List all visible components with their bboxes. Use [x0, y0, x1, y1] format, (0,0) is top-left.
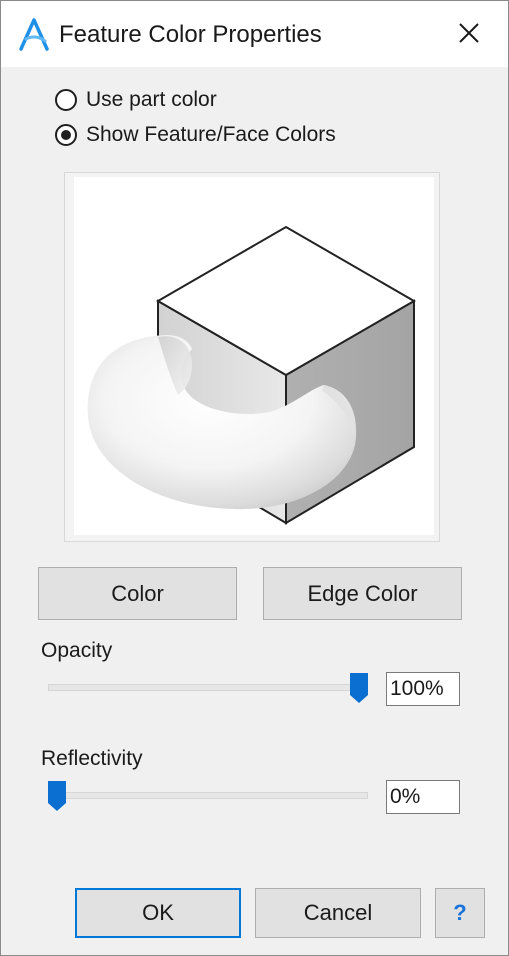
reflectivity-slider-track[interactable]: [48, 792, 368, 799]
opacity-slider-track[interactable]: [48, 684, 368, 691]
show-feature-colors-option[interactable]: Show Feature/Face Colors: [55, 121, 336, 149]
reflectivity-label: Reflectivity: [41, 747, 143, 770]
show-feature-colors-label: Show Feature/Face Colors: [86, 123, 336, 146]
ok-button[interactable]: OK: [75, 888, 241, 938]
app-a-logo-icon: [19, 18, 49, 51]
preview-panel: [64, 172, 440, 542]
color-button[interactable]: Color: [38, 567, 237, 620]
use-part-color-radio[interactable]: [55, 89, 77, 111]
dialog-title: Feature Color Properties: [59, 21, 322, 48]
reflectivity-value-field[interactable]: 0%: [386, 780, 460, 814]
opacity-value-field[interactable]: 100%: [386, 672, 460, 706]
opacity-slider-thumb[interactable]: [350, 673, 368, 703]
help-icon: ?: [453, 900, 467, 925]
feature-color-properties-dialog: Feature Color Properties Use part color …: [0, 0, 509, 956]
use-part-color-label: Use part color: [86, 88, 217, 111]
use-part-color-option[interactable]: Use part color: [55, 86, 217, 114]
cube-and-torus-preview: [87, 225, 416, 525]
title-bar: Feature Color Properties: [1, 1, 508, 67]
close-icon[interactable]: [447, 11, 491, 55]
reflectivity-slider-thumb[interactable]: [48, 781, 66, 811]
opacity-label: Opacity: [41, 639, 113, 662]
preview-canvas: [74, 177, 434, 535]
edge-color-button[interactable]: Edge Color: [263, 567, 462, 620]
help-button[interactable]: ?: [435, 888, 485, 938]
show-feature-colors-radio[interactable]: [55, 124, 77, 146]
cancel-button[interactable]: Cancel: [255, 888, 421, 938]
